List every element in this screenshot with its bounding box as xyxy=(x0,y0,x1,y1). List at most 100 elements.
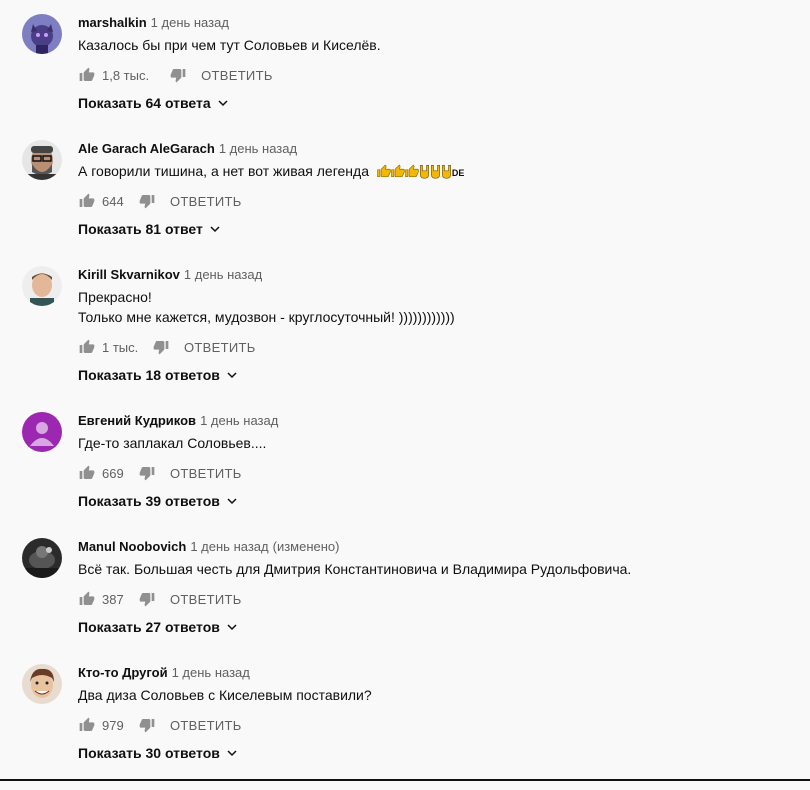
thumbs-up-emoji-icon xyxy=(405,164,419,178)
reply-button[interactable]: ОТВЕТИТЬ xyxy=(170,718,242,733)
comment-actions: 1 тыс. ОТВЕТИТЬ xyxy=(78,337,256,357)
like-count: 387 xyxy=(102,591,124,607)
thumb-down-icon[interactable] xyxy=(152,338,170,356)
thumb-down-icon[interactable] xyxy=(138,590,156,608)
avatar[interactable] xyxy=(22,140,62,180)
reply-button[interactable]: ОТВЕТИТЬ xyxy=(170,466,242,481)
author-name[interactable]: Kirill Skvarnikov xyxy=(78,267,180,282)
comment: Kirill Skvarnikov 1 день назад Прекрасно!… xyxy=(0,266,810,392)
comment-text-line: Только мне кажется, мудозвон - круглосут… xyxy=(78,309,455,325)
timestamp[interactable]: 1 день назад xyxy=(172,665,250,680)
comment-text: А говорили тишина, а нет вот живая леген… xyxy=(78,161,464,183)
thumb-up-icon[interactable] xyxy=(78,464,96,482)
thumbs-up-emoji-icon xyxy=(391,164,405,178)
thumb-down-icon[interactable] xyxy=(169,66,187,84)
horns-hand-emoji-icon xyxy=(441,165,451,179)
thumb-down-icon[interactable] xyxy=(138,192,156,210)
comment-text-line: Всё так. Большая честь для Дмитрия Конст… xyxy=(78,561,632,577)
thumb-up-icon[interactable] xyxy=(78,66,96,84)
timestamp[interactable]: 1 день назад xyxy=(190,539,268,554)
thumbs-up-emoji-icon xyxy=(377,164,391,178)
comment: Ale Garach AleGarach 1 день назад А говор… xyxy=(0,140,810,266)
comment-header: Kirill Skvarnikov 1 день назад xyxy=(78,266,262,284)
comment-text-line: Казалось бы при чем тут Соловьев и Кисел… xyxy=(78,37,381,53)
avatar[interactable] xyxy=(22,14,62,54)
author-name[interactable]: Кто-то Другой xyxy=(78,665,168,680)
show-replies-label: Показать 27 ответов xyxy=(78,619,220,635)
show-replies-button[interactable]: Показать 81 ответ xyxy=(78,219,221,239)
comment-header: marshalkin 1 день назад xyxy=(78,14,229,32)
emoji-group: DE xyxy=(377,163,465,179)
horns-hand-emoji-icon xyxy=(430,165,440,179)
comment-actions: 387 ОТВЕТИТЬ xyxy=(78,589,242,609)
show-replies-button[interactable]: Показать 18 ответов xyxy=(78,365,238,385)
author-name[interactable]: Manul Noobovich xyxy=(78,539,186,554)
reply-button[interactable]: ОТВЕТИТЬ xyxy=(184,340,256,355)
comment-header: Ale Garach AleGarach 1 день назад xyxy=(78,140,297,158)
comment: marshalkin 1 день назад Казалось бы при ч… xyxy=(0,14,810,140)
show-replies-label: Показать 81 ответ xyxy=(78,221,203,237)
edited-label: (изменено) xyxy=(272,539,340,554)
horns-hand-emoji-icon xyxy=(419,165,429,179)
comment-text: Всё так. Большая честь для Дмитрия Конст… xyxy=(78,559,631,579)
comment-actions: 669 ОТВЕТИТЬ xyxy=(78,463,242,483)
show-replies-label: Показать 30 ответов xyxy=(78,745,220,761)
reply-button[interactable]: ОТВЕТИТЬ xyxy=(170,592,242,607)
thumb-up-icon[interactable] xyxy=(78,716,96,734)
chevron-down-icon xyxy=(209,223,221,235)
flag-suffix: DE xyxy=(451,168,465,178)
thumb-up-icon[interactable] xyxy=(78,590,96,608)
comment-actions: 979 ОТВЕТИТЬ xyxy=(78,715,242,735)
avatar[interactable] xyxy=(22,266,62,306)
comment-actions: 1,8 тыс. ОТВЕТИТЬ xyxy=(78,65,273,85)
comment: Евгений Кудриков 1 день назад Где-то запл… xyxy=(0,412,810,538)
comment-text-line: Два диза Соловьев с Киселевым поставили? xyxy=(78,687,372,703)
comment-text-line: Где-то заплакал Соловьев.... xyxy=(78,435,267,451)
reply-button[interactable]: ОТВЕТИТЬ xyxy=(201,68,273,83)
show-replies-button[interactable]: Показать 39 ответов xyxy=(78,491,238,511)
comment-header: Евгений Кудриков 1 день назад xyxy=(78,412,278,430)
comment-text: Два диза Соловьев с Киселевым поставили? xyxy=(78,685,372,705)
avatar[interactable] xyxy=(22,412,62,452)
comment-header: Кто-то Другой 1 день назад xyxy=(78,664,250,682)
comment-text: Казалось бы при чем тут Соловьев и Кисел… xyxy=(78,35,381,55)
author-name[interactable]: Ale Garach AleGarach xyxy=(78,141,215,156)
show-replies-label: Показать 64 ответа xyxy=(78,95,211,111)
comment-text: Прекрасно! Только мне кажется, мудозвон … xyxy=(78,287,455,327)
thumb-down-icon[interactable] xyxy=(138,464,156,482)
show-replies-button[interactable]: Показать 30 ответов xyxy=(78,743,238,763)
reply-button[interactable]: ОТВЕТИТЬ xyxy=(170,194,242,209)
thumb-up-icon[interactable] xyxy=(78,192,96,210)
like-count: 1 тыс. xyxy=(102,339,139,355)
author-name[interactable]: marshalkin xyxy=(78,15,147,30)
author-name[interactable]: Евгений Кудриков xyxy=(78,413,196,428)
show-replies-button[interactable]: Показать 27 ответов xyxy=(78,617,238,637)
chevron-down-icon xyxy=(226,495,238,507)
avatar[interactable] xyxy=(22,538,62,578)
avatar[interactable] xyxy=(22,664,62,704)
comment-actions: 644 ОТВЕТИТЬ xyxy=(78,191,242,211)
comment-text-content: А говорили тишина, а нет вот живая леген… xyxy=(78,163,369,179)
comment: Кто-то Другой 1 день назад Два диза Солов… xyxy=(0,664,810,790)
show-replies-button[interactable]: Показать 64 ответа xyxy=(78,93,229,113)
timestamp[interactable]: 1 день назад xyxy=(184,267,262,282)
chevron-down-icon xyxy=(226,369,238,381)
timestamp[interactable]: 1 день назад xyxy=(219,141,297,156)
show-replies-label: Показать 39 ответов xyxy=(78,493,220,509)
like-count: 644 xyxy=(102,193,124,209)
comment: Manul Noobovich 1 день назад (изменено) Вс… xyxy=(0,538,810,664)
comment-text: Где-то заплакал Соловьев.... xyxy=(78,433,266,453)
chevron-down-icon xyxy=(217,97,229,109)
timestamp[interactable]: 1 день назад xyxy=(200,413,278,428)
chevron-down-icon xyxy=(226,621,238,633)
thumb-down-icon[interactable] xyxy=(138,716,156,734)
comment-header: Manul Noobovich 1 день назад (изменено) xyxy=(78,538,339,556)
like-count: 1,8 тыс. xyxy=(102,67,150,83)
timestamp[interactable]: 1 день назад xyxy=(151,15,229,30)
comment-text-line: Прекрасно! xyxy=(78,289,152,305)
thumb-up-icon[interactable] xyxy=(78,338,96,356)
show-replies-label: Показать 18 ответов xyxy=(78,367,220,383)
comment-text-line: А говорили тишина, а нет вот живая леген… xyxy=(78,161,464,183)
like-count: 979 xyxy=(102,717,124,733)
like-count: 669 xyxy=(102,465,124,481)
